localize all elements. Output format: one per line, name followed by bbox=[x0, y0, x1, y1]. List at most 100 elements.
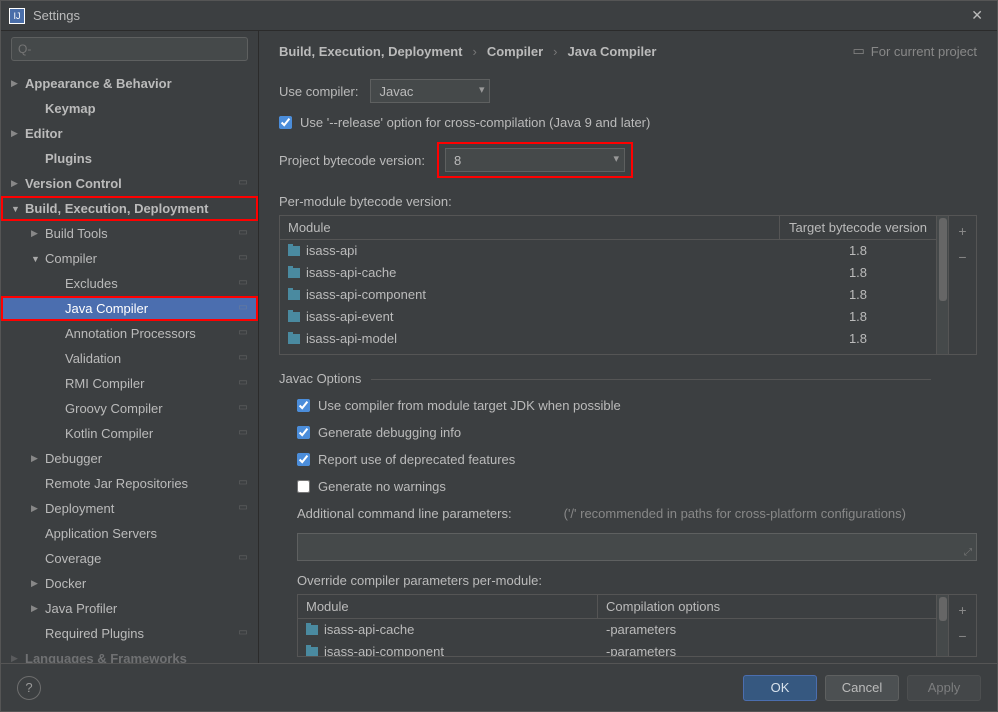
table-row[interactable]: isass-api1.8 bbox=[280, 240, 936, 262]
opt-deprecated-checkbox[interactable] bbox=[297, 453, 310, 466]
tree-item-annotation-processors[interactable]: Annotation Processors▭ bbox=[1, 321, 258, 346]
tree-item-plugins[interactable]: Plugins bbox=[1, 146, 258, 171]
table-row[interactable]: isass-api-model1.8 bbox=[280, 328, 936, 350]
remove-override-button[interactable]: − bbox=[952, 625, 974, 647]
chevron-icon: ▶ bbox=[11, 178, 23, 189]
ok-button[interactable]: OK bbox=[743, 675, 817, 701]
table-row[interactable]: isass-api-cache1.8 bbox=[280, 262, 936, 284]
tree-item-kotlin-compiler[interactable]: Kotlin Compiler▭ bbox=[1, 421, 258, 446]
tree-item-editor[interactable]: ▶Editor bbox=[1, 121, 258, 146]
tree-item-build-tools[interactable]: ▶Build Tools▭ bbox=[1, 221, 258, 246]
opt-nowarn-checkbox[interactable] bbox=[297, 480, 310, 493]
table-row[interactable]: isass-api-component-parameters bbox=[298, 641, 936, 656]
scrollbar[interactable] bbox=[936, 216, 948, 354]
expand-icon[interactable]: ⤢ bbox=[964, 547, 972, 558]
cell-module: isass-api-component bbox=[280, 285, 780, 304]
tree-item-java-compiler[interactable]: Java Compiler▭ bbox=[1, 296, 258, 321]
tree-item-label: Deployment bbox=[43, 501, 236, 516]
col-target[interactable]: Target bytecode version bbox=[780, 216, 936, 239]
settings-tree[interactable]: ▶Appearance & BehaviorKeymap▶EditorPlugi… bbox=[1, 67, 258, 663]
project-bytecode-select[interactable]: 8 bbox=[445, 148, 625, 172]
opt-debug-checkbox[interactable] bbox=[297, 426, 310, 439]
add-override-button[interactable]: + bbox=[952, 599, 974, 621]
cell-module: isass-api-cache bbox=[280, 263, 780, 282]
additional-params-hint: ('/' recommended in paths for cross-plat… bbox=[564, 506, 906, 521]
per-module-title: Per-module bytecode version: bbox=[279, 194, 977, 209]
additional-params-input[interactable]: ⤢ bbox=[297, 533, 977, 561]
tree-item-java-profiler[interactable]: ▶Java Profiler bbox=[1, 596, 258, 621]
settings-window: IJ Settings ✕ ▶Appearance & BehaviorKeym… bbox=[0, 0, 998, 712]
main-area: ▶Appearance & BehaviorKeymap▶EditorPlugi… bbox=[1, 31, 997, 663]
opt-target-jdk-label[interactable]: Use compiler from module target JDK when… bbox=[318, 398, 621, 413]
tree-item-keymap[interactable]: Keymap bbox=[1, 96, 258, 121]
tree-item-label: Docker bbox=[43, 576, 250, 591]
sidebar: ▶Appearance & BehaviorKeymap▶EditorPlugi… bbox=[1, 31, 259, 663]
tree-item-version-control[interactable]: ▶Version Control▭ bbox=[1, 171, 258, 196]
cell-module: isass-api-rpc-feign bbox=[280, 351, 780, 354]
use-compiler-select[interactable]: Javac bbox=[370, 79, 490, 103]
project-scope-icon: ▭ bbox=[236, 427, 250, 441]
cell-target: 1.8 bbox=[780, 307, 936, 326]
tree-item-groovy-compiler[interactable]: Groovy Compiler▭ bbox=[1, 396, 258, 421]
table-row[interactable]: isass-api-component1.8 bbox=[280, 284, 936, 306]
table-row[interactable]: isass-api-event1.8 bbox=[280, 306, 936, 328]
tree-item-application-servers[interactable]: Application Servers bbox=[1, 521, 258, 546]
tree-item-compiler[interactable]: ▼Compiler▭ bbox=[1, 246, 258, 271]
chevron-icon: ▼ bbox=[31, 254, 43, 264]
opt-debug-label[interactable]: Generate debugging info bbox=[318, 425, 461, 440]
tree-item-label: Application Servers bbox=[43, 526, 250, 541]
chevron-icon: ▶ bbox=[31, 603, 43, 614]
tree-item-languages-frameworks[interactable]: ▶Languages & Frameworks bbox=[1, 646, 258, 663]
titlebar: IJ Settings ✕ bbox=[1, 1, 997, 31]
cancel-button[interactable]: Cancel bbox=[825, 675, 899, 701]
release-option-label[interactable]: Use '--release' option for cross-compila… bbox=[300, 115, 650, 130]
tree-item-appearance-behavior[interactable]: ▶Appearance & Behavior bbox=[1, 71, 258, 96]
tree-item-rmi-compiler[interactable]: RMI Compiler▭ bbox=[1, 371, 258, 396]
tree-item-docker[interactable]: ▶Docker bbox=[1, 571, 258, 596]
tree-item-coverage[interactable]: Coverage▭ bbox=[1, 546, 258, 571]
tree-item-excludes[interactable]: Excludes▭ bbox=[1, 271, 258, 296]
folder-icon bbox=[306, 647, 318, 657]
project-icon: ▭ bbox=[853, 43, 865, 59]
release-option-checkbox[interactable] bbox=[279, 116, 292, 129]
project-scope-icon: ▭ bbox=[236, 477, 250, 491]
tree-item-label: Build, Execution, Deployment bbox=[23, 201, 250, 216]
chevron-icon: ▶ bbox=[31, 578, 43, 589]
tree-item-validation[interactable]: Validation▭ bbox=[1, 346, 258, 371]
remove-module-button[interactable]: − bbox=[952, 246, 974, 268]
col-module[interactable]: Module bbox=[280, 216, 780, 239]
table-row[interactable]: isass-api-cache-parameters bbox=[298, 619, 936, 641]
breadcrumb-3: Java Compiler bbox=[568, 44, 657, 59]
opt-deprecated-label[interactable]: Report use of deprecated features bbox=[318, 452, 515, 467]
chevron-icon: ▼ bbox=[11, 204, 23, 214]
cell-module: isass-api-cache bbox=[298, 620, 598, 639]
tree-item-debugger[interactable]: ▶Debugger bbox=[1, 446, 258, 471]
folder-icon bbox=[288, 268, 300, 278]
project-scope-icon: ▭ bbox=[236, 252, 250, 266]
table-row[interactable]: isass-api-rpc-feign1.8 bbox=[280, 350, 936, 354]
help-icon[interactable]: ? bbox=[17, 676, 41, 700]
tree-item-deployment[interactable]: ▶Deployment▭ bbox=[1, 496, 258, 521]
col-module2[interactable]: Module bbox=[298, 595, 598, 618]
tree-item-remote-jar-repositories[interactable]: Remote Jar Repositories▭ bbox=[1, 471, 258, 496]
tree-item-required-plugins[interactable]: Required Plugins▭ bbox=[1, 621, 258, 646]
close-icon[interactable]: ✕ bbox=[965, 5, 989, 26]
use-compiler-label: Use compiler: bbox=[279, 84, 358, 99]
opt-nowarn-label[interactable]: Generate no warnings bbox=[318, 479, 446, 494]
breadcrumb-2: Compiler bbox=[487, 44, 543, 59]
apply-button[interactable]: Apply bbox=[907, 675, 981, 701]
add-module-button[interactable]: + bbox=[952, 220, 974, 242]
breadcrumb: Build, Execution, Deployment › Compiler … bbox=[279, 43, 977, 59]
folder-icon bbox=[306, 625, 318, 635]
project-bytecode-highlight: 8 bbox=[437, 142, 633, 178]
project-bytecode-label: Project bytecode version: bbox=[279, 153, 425, 168]
cell-module: isass-api bbox=[280, 241, 780, 260]
tree-item-build-execution-deployment[interactable]: ▼Build, Execution, Deployment bbox=[1, 196, 258, 221]
tree-item-label: Compiler bbox=[43, 251, 236, 266]
col-opts[interactable]: Compilation options bbox=[598, 595, 936, 618]
search-input[interactable] bbox=[11, 37, 248, 61]
additional-params-label: Additional command line parameters: bbox=[297, 506, 512, 521]
opt-target-jdk-checkbox[interactable] bbox=[297, 399, 310, 412]
scrollbar[interactable] bbox=[936, 595, 948, 656]
project-scope-icon: ▭ bbox=[236, 377, 250, 391]
